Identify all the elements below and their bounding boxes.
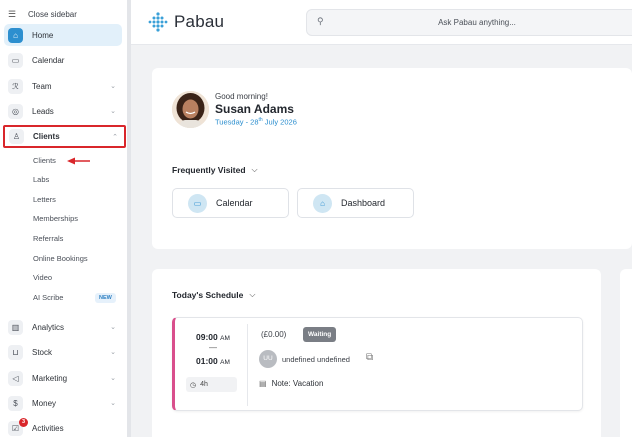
start-time-value: 09:00: [196, 332, 218, 342]
time-separator: —: [209, 343, 217, 352]
end-time-value: 01:00: [196, 356, 218, 366]
quick-link-label: Dashboard: [341, 198, 386, 208]
chevron-down-icon: ⌄: [110, 349, 116, 356]
sidebar-item-label: Marketing: [32, 373, 68, 383]
chevron-down-icon: ⌄: [110, 324, 116, 331]
sub-item-labs[interactable]: Labs: [33, 174, 49, 186]
quick-link-dashboard[interactable]: ⌂ Dashboard: [297, 188, 414, 218]
sidebar-item-label: Money: [32, 398, 57, 408]
dollar-icon: $: [8, 395, 23, 411]
divider: [247, 324, 248, 406]
sidebar-item-analytics[interactable]: ▥ Analytics ⌄: [4, 316, 122, 338]
search-input[interactable]: ⚲ Ask Pabau anything...: [306, 9, 632, 36]
sidebar-item-marketing[interactable]: ◁ Marketing ⌄: [4, 367, 122, 389]
sidebar-item-clients[interactable]: ♙ Clients ⌃: [3, 125, 126, 148]
appointment-price: (£0.00): [261, 330, 287, 339]
sub-item-letters[interactable]: Letters: [33, 194, 56, 206]
sidebar-item-stock[interactable]: ⊔ Stock ⌄: [4, 341, 122, 363]
sub-item-clients[interactable]: Clients: [33, 155, 56, 167]
schedule-title: Today's Schedule: [172, 290, 244, 300]
sidebar-item-home[interactable]: ⌂ Home: [4, 24, 122, 46]
sidebar-item-label: Analytics: [32, 322, 65, 332]
quick-link-calendar[interactable]: ▭ Calendar: [172, 188, 289, 218]
sidebar-item-label: Activities: [32, 423, 64, 433]
close-sidebar-button[interactable]: ☰ Close sidebar: [8, 7, 77, 21]
cart-icon: ⊔: [8, 344, 23, 360]
clock-icon: ◷: [190, 381, 197, 389]
sidebar: ☰ Close sidebar ⌂ Home ▭ Calendar ℛ Team…: [0, 0, 131, 437]
note-icon: ▤: [259, 379, 267, 388]
calendar-icon: ▭: [8, 52, 23, 68]
user-name: Susan Adams: [215, 102, 294, 116]
sidebar-scrollbar[interactable]: [127, 0, 131, 437]
status-badge: Waiting: [303, 327, 337, 342]
megaphone-icon: ◁: [8, 370, 23, 386]
sidebar-item-label: Team: [32, 81, 52, 91]
new-badge: NEW: [95, 293, 116, 303]
chevron-down-icon: ⌄: [110, 375, 116, 382]
schedule-card: Today's Schedule ⌵ 09:00 AM — 01:00 AM ◷…: [152, 269, 601, 437]
chevron-down-icon: ⌵: [249, 290, 256, 299]
client-avatar[interactable]: UU: [259, 350, 277, 368]
avatar-photo: [172, 91, 209, 128]
sidebar-item-calendar[interactable]: ▭ Calendar: [4, 49, 122, 71]
start-time: 09:00 AM: [196, 332, 230, 342]
sidebar-item-label: Clients: [33, 132, 60, 141]
sidebar-item-leads[interactable]: ◎ Leads ⌄: [4, 100, 122, 122]
greeting-text: Good morning!: [215, 92, 268, 101]
sidebar-item-label: Home: [32, 30, 54, 40]
date-prefix: Tuesday - 28: [215, 117, 259, 127]
red-arrow-annotation: [67, 157, 90, 165]
chart-icon: ▥: [8, 319, 23, 335]
close-sidebar-label: Close sidebar: [28, 9, 77, 19]
schedule-toggle[interactable]: Today's Schedule ⌵: [172, 290, 255, 300]
brand-name: Pabau: [174, 12, 225, 31]
target-icon: ◎: [8, 103, 23, 119]
duration-value: 4h: [200, 381, 208, 388]
appointment-card[interactable]: 09:00 AM — 01:00 AM ◷ 4h (£0.00) Waiting…: [172, 317, 583, 411]
avatar[interactable]: [172, 91, 209, 128]
sub-item-online-bookings[interactable]: Online Bookings: [33, 253, 88, 265]
pabau-logo[interactable]: Pabau: [147, 11, 224, 33]
sidebar-item-money[interactable]: $ Money ⌄: [4, 392, 122, 414]
note-text: Note: Vacation: [271, 379, 324, 388]
sidebar-item-label: Leads: [32, 106, 54, 116]
chevron-up-icon: ⌃: [112, 133, 118, 141]
end-ampm: AM: [220, 359, 230, 366]
frequently-visited-toggle[interactable]: Frequently Visited ⌵: [172, 165, 258, 175]
duration-chip: ◷ 4h: [186, 377, 237, 392]
greeting-card: Good morning! Susan Adams Tuesday - 28th…: [152, 68, 632, 249]
start-ampm: AM: [220, 335, 230, 342]
quick-link-label: Calendar: [216, 198, 253, 208]
sub-item-referrals[interactable]: Referrals: [33, 233, 63, 245]
pabau-logo-icon: [148, 12, 168, 32]
notification-badge: 3: [19, 418, 28, 427]
frequently-visited-title: Frequently Visited: [172, 165, 246, 175]
chevron-down-icon: ⌵: [251, 165, 258, 174]
calendar-icon: ▭: [188, 193, 207, 213]
home-icon: ⌂: [313, 193, 332, 213]
top-header: Pabau ⚲ Ask Pabau anything...: [131, 0, 632, 45]
appointment-note: ▤ Note: Vacation: [259, 379, 323, 388]
end-time: 01:00 AM: [196, 356, 230, 366]
menu-icon: ☰: [8, 8, 17, 19]
team-icon: ℛ: [8, 78, 23, 94]
current-date: Tuesday - 28th July 2026: [215, 117, 297, 127]
search-placeholder: Ask Pabau anything...: [438, 18, 516, 27]
date-suffix: July 2026: [262, 117, 297, 127]
sidebar-item-label: Stock: [32, 347, 53, 357]
client-name[interactable]: undefined undefined: [282, 355, 350, 364]
external-link-icon[interactable]: ⧉: [366, 352, 373, 363]
sub-item-memberships[interactable]: Memberships: [33, 213, 78, 225]
sidebar-item-label: Calendar: [32, 55, 65, 65]
chevron-down-icon: ⌄: [110, 400, 116, 407]
side-card: [620, 269, 632, 437]
user-icon: ♙: [9, 129, 24, 144]
chevron-down-icon: ⌄: [110, 83, 116, 90]
chevron-down-icon: ⌄: [110, 108, 116, 115]
sub-item-ai-scribe[interactable]: AI Scribe: [33, 292, 63, 304]
sub-item-video[interactable]: Video: [33, 272, 52, 284]
sidebar-item-team[interactable]: ℛ Team ⌄: [4, 75, 122, 97]
home-icon: ⌂: [8, 27, 23, 43]
